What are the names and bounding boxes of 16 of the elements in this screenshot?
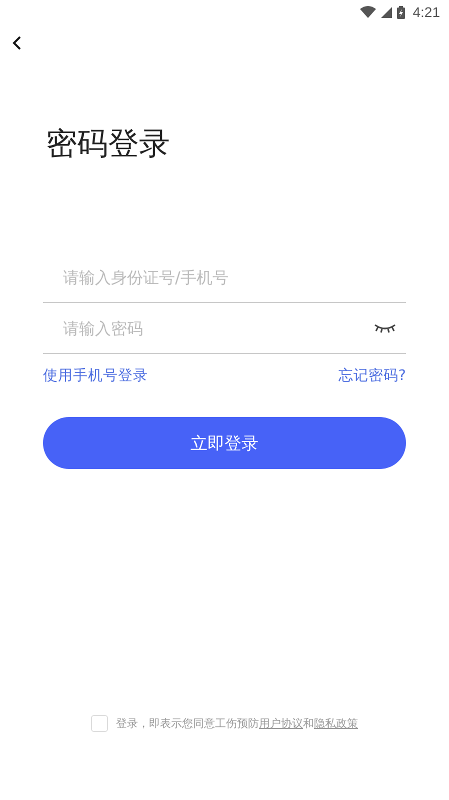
- account-field[interactable]: 请输入身份证号/手机号: [63, 268, 396, 286]
- password-field[interactable]: 请输入密码: [63, 318, 374, 338]
- agreement-checkbox[interactable]: [91, 715, 108, 732]
- agreement-text: 登录，即表示您同意工伤预防用户协议和隐私政策: [116, 716, 358, 731]
- page-title: 密码登录: [46, 125, 171, 164]
- login-button[interactable]: 立即登录: [43, 417, 406, 469]
- forgot-password-link[interactable]: 忘记密码?: [338, 366, 406, 385]
- agreement-link[interactable]: 隐私政策: [314, 717, 358, 730]
- phone-login-link[interactable]: 使用手机号登录: [43, 366, 148, 385]
- battery-icon: [396, 6, 405, 18]
- agreement-link[interactable]: 用户协议: [259, 717, 303, 730]
- wifi-icon: [360, 6, 376, 18]
- closed-eye-icon[interactable]: [374, 323, 396, 333]
- status-time: 4:21: [412, 4, 440, 20]
- back-icon[interactable]: [12, 36, 22, 50]
- signal-icon: [380, 6, 392, 18]
